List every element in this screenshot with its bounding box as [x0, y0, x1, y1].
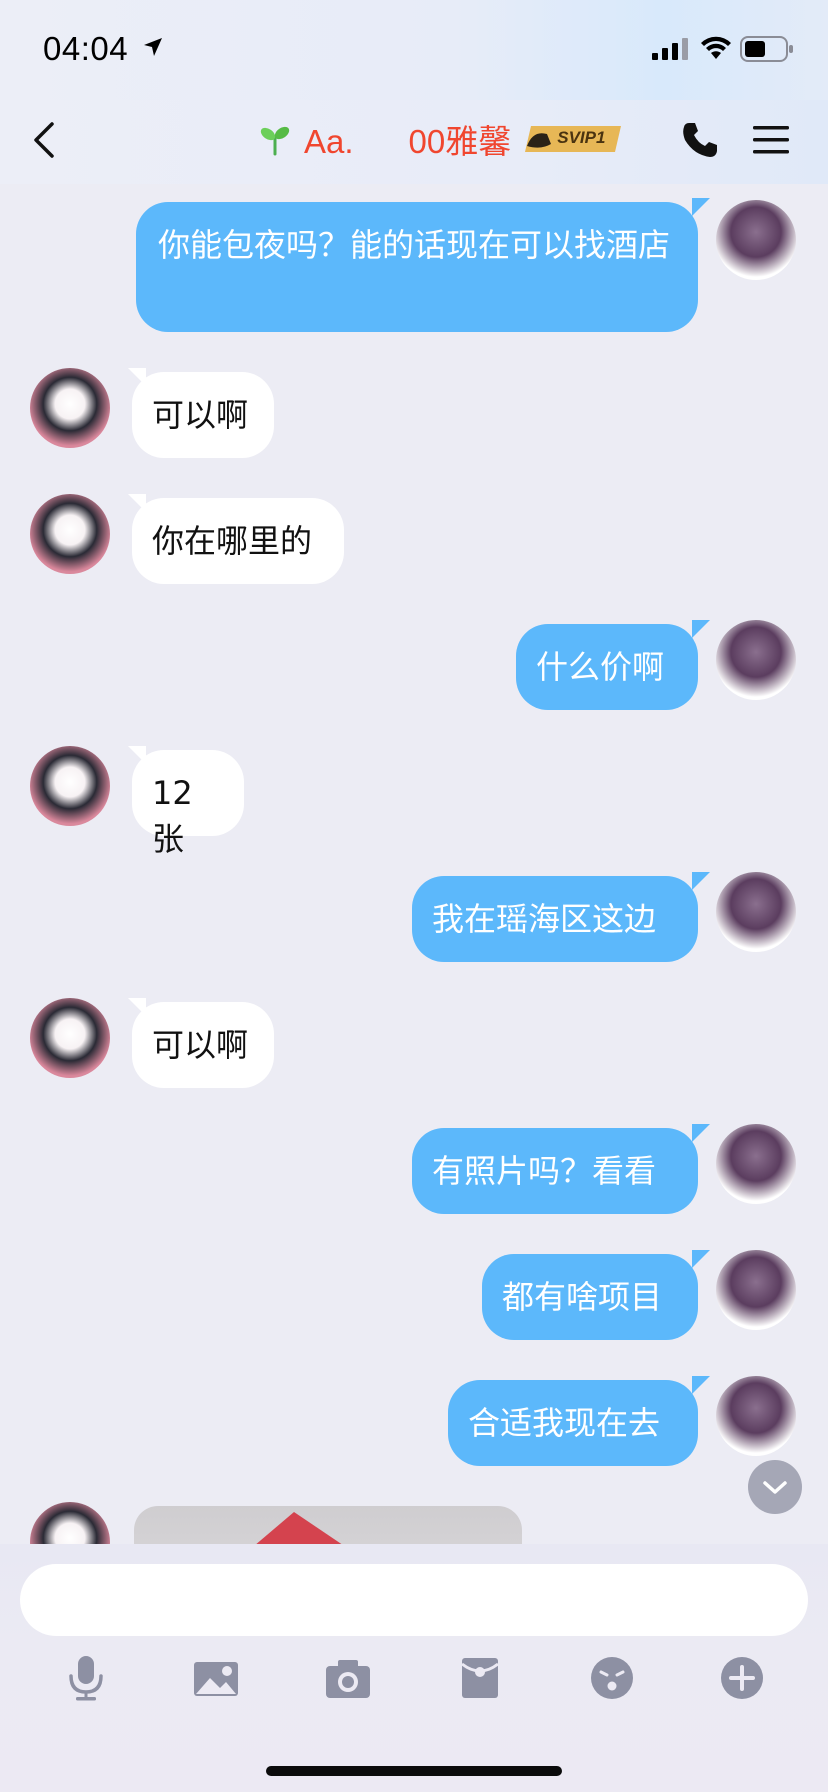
camera-icon[interactable]	[324, 1654, 372, 1702]
contact-title[interactable]: Aa. 00雅馨 SVIP1	[258, 114, 623, 164]
contact-avatar[interactable]	[30, 998, 110, 1078]
my-avatar[interactable]	[716, 1124, 796, 1204]
signal-icon	[652, 38, 688, 60]
home-indicator[interactable]	[266, 1766, 562, 1776]
chevron-down-icon	[763, 1481, 787, 1494]
contact-avatar[interactable]	[30, 1502, 110, 1544]
message-bubble[interactable]: 你能包夜吗？能的话现在可以找酒店	[136, 202, 698, 332]
battery-icon	[740, 36, 793, 62]
my-avatar[interactable]	[716, 620, 796, 700]
status-time: 04:04	[43, 30, 129, 67]
svip-label: SVIP1	[557, 128, 606, 147]
my-avatar[interactable]	[716, 200, 796, 280]
chat-list[interactable]: 你能包夜吗？能的话现在可以找酒店 可以啊 你在哪里的 什么价啊 12张 我在瑶海…	[0, 184, 828, 1544]
contact-avatar[interactable]	[30, 494, 110, 574]
my-avatar[interactable]	[716, 1376, 796, 1456]
emoji-icon[interactable]	[588, 1654, 636, 1702]
my-avatar[interactable]	[716, 1250, 796, 1330]
status-bar: 04:04	[0, 0, 828, 100]
contact-name: Aa. 00雅馨	[304, 123, 512, 160]
message-bubble[interactable]: 12张	[132, 750, 244, 858]
red-packet-icon[interactable]	[456, 1654, 504, 1702]
back-button[interactable]	[26, 118, 66, 162]
contact-avatar[interactable]	[30, 368, 110, 448]
message-bubble[interactable]: 我在瑶海区这边	[412, 876, 698, 962]
message-input[interactable]	[20, 1564, 808, 1636]
chat-header: Aa. 00雅馨 SVIP1	[0, 100, 828, 184]
phone-icon[interactable]	[680, 120, 720, 160]
message-bubble[interactable]: 可以啊	[132, 1002, 274, 1088]
message-bubble[interactable]: 什么价啊	[516, 624, 698, 710]
input-area	[0, 1544, 828, 1792]
message-bubble[interactable]: 有照片吗？看看	[412, 1128, 698, 1214]
plus-icon[interactable]	[718, 1654, 766, 1702]
contact-avatar[interactable]	[30, 746, 110, 826]
my-avatar[interactable]	[716, 872, 796, 952]
message-bubble[interactable]: 合适我现在去	[448, 1380, 698, 1466]
location-arrow-icon	[144, 38, 162, 56]
wifi-icon	[701, 36, 731, 59]
image-message[interactable]	[134, 1506, 522, 1544]
svip-badge: SVIP1	[523, 124, 623, 154]
menu-icon[interactable]	[752, 122, 790, 158]
message-bubble[interactable]: 你在哪里的	[132, 498, 344, 584]
scroll-to-bottom-button[interactable]	[748, 1460, 802, 1514]
sprout-icon	[260, 126, 290, 156]
image-icon[interactable]	[192, 1654, 240, 1702]
message-bubble[interactable]: 都有啥项目	[482, 1254, 698, 1340]
message-bubble[interactable]: 可以啊	[132, 372, 274, 458]
microphone-icon[interactable]	[62, 1654, 110, 1702]
